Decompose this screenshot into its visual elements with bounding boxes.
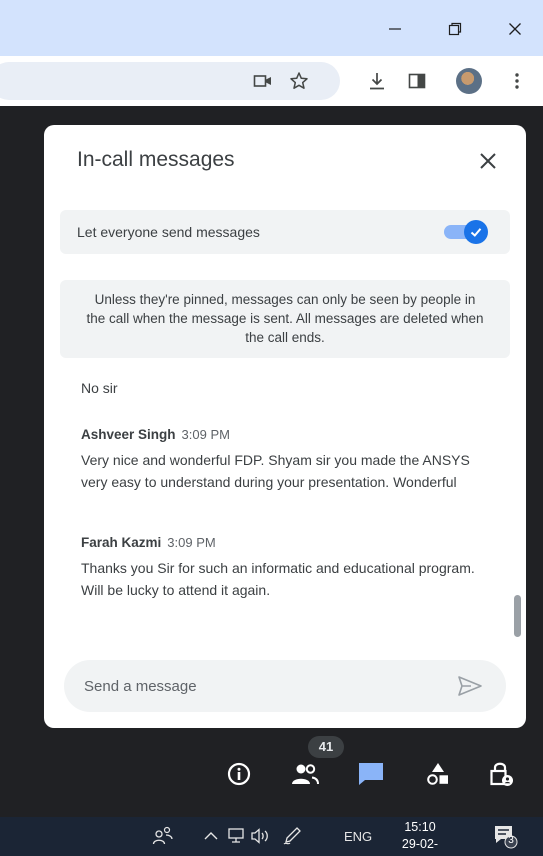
pen-icon[interactable] [282,826,302,849]
close-panel-button[interactable] [472,145,504,177]
send-messages-setting: Let everyone send messages [60,210,510,254]
chat-icon [359,763,383,785]
people-count-badge: 41 [308,736,344,758]
list-item: Farah Kazmi 3:09 PM Thanks you Sir for su… [81,534,491,601]
list-item: Ashveer Singh 3:09 PM Very nice and wonde… [81,426,491,493]
notification-icon [495,826,518,849]
video-camera-icon [253,75,271,87]
message-time: 3:09 PM [181,427,230,442]
side-panel-icon [408,73,426,89]
minimize-button[interactable] [380,14,410,44]
close-window-button[interactable] [500,14,530,44]
browser-menu-button[interactable] [504,68,530,94]
restore-icon [448,22,462,36]
network-icon-glyph [228,828,244,843]
notification-count: 3 [508,835,514,846]
host-controls-button[interactable] [484,757,518,791]
language-indicator[interactable]: ENG [344,829,372,844]
message-notice: Unless they're pinned, messages can only… [60,280,510,358]
volume-icon[interactable] [250,828,272,847]
bookmark-button[interactable] [286,68,312,94]
list-item: No sir [81,380,491,396]
volume-icon-glyph [251,828,268,844]
more-vert-icon [515,73,519,89]
profile-avatar[interactable] [456,68,482,94]
close-icon [509,23,521,35]
download-icon [370,73,384,90]
people-tray-icon[interactable] [152,825,174,848]
side-panel-button[interactable] [404,68,430,94]
message-input[interactable] [84,675,444,697]
send-button[interactable] [456,674,484,698]
meeting-details-button[interactable] [222,757,256,791]
check-icon [470,228,482,237]
compose-box [64,660,506,712]
camera-button[interactable] [250,68,276,94]
lock-person-icon [490,762,513,786]
chevron-up-icon-glyph [204,832,218,840]
message-text: Very nice and wonderful FDP. Shyam sir y… [81,452,470,490]
notification-center-button[interactable]: 3 [492,823,518,852]
people-button[interactable] [288,757,322,791]
toggle-knob[interactable] [464,220,488,244]
message-scrollbar[interactable] [514,595,521,637]
system-taskbar: ENG 15:10 29-02-2024 3 [0,817,543,856]
activities-icon [427,763,448,785]
minimize-icon [389,28,401,30]
star-icon [290,72,308,89]
chevron-up-icon[interactable] [204,829,218,844]
restore-button[interactable] [440,14,470,44]
toggle-label: Let everyone send messages [77,224,260,240]
clock-date: 29-02-2024 [401,837,439,856]
system-clock[interactable]: 15:10 29-02-2024 [389,819,451,856]
message-sender: Farah Kazmi [81,535,162,550]
clock-time: 15:10 [404,820,436,834]
message-text: No sir [81,380,118,396]
message-sender: Ashveer Singh [81,427,176,442]
send-icon [458,676,482,696]
network-icon[interactable] [228,828,246,847]
window-titlebar [0,0,543,56]
message-time: 3:09 PM [167,535,216,550]
activities-button[interactable] [421,757,455,791]
panel-title: In-call messages [77,148,235,171]
chat-button[interactable] [354,757,388,791]
message-text: Thanks you Sir for such an informatic an… [81,560,475,598]
browser-toolbar [0,56,543,106]
info-icon [227,762,251,786]
close-icon [480,153,496,169]
people-icon [292,764,319,785]
pen-icon-glyph [283,827,301,845]
people-tray-icon-glyph [152,826,173,845]
downloads-button[interactable] [364,68,390,94]
in-call-messages-panel: In-call messages Let everyone send messa… [44,125,526,728]
